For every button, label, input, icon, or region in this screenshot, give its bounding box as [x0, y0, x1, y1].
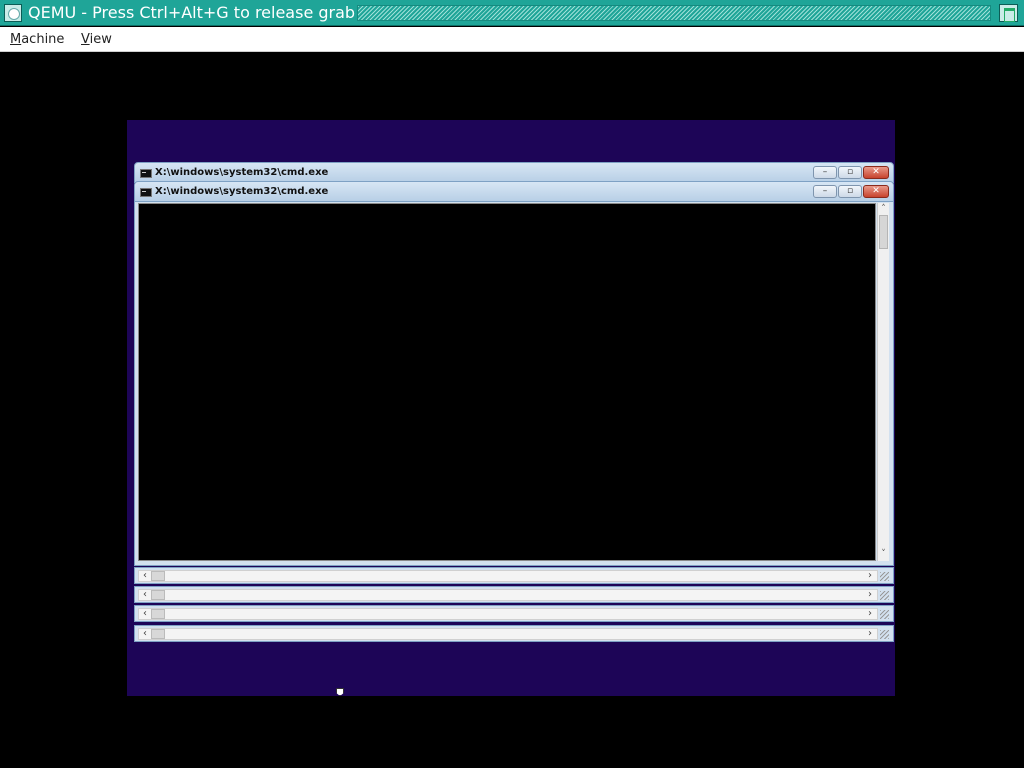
horizontal-scrollbar[interactable]: ‹ ›	[134, 567, 894, 584]
scroll-right-icon[interactable]: ›	[864, 590, 876, 600]
scroll-left-icon[interactable]: ‹	[139, 609, 151, 619]
menu-bar: Machine View	[0, 27, 1024, 52]
console-icon	[140, 188, 152, 197]
horizontal-scrollbar[interactable]: ‹ ›	[134, 605, 894, 622]
host-titlebar: QEMU - Press Ctrl+Alt+G to release grab	[0, 0, 1024, 26]
horizontal-scrollbar[interactable]: ‹ ›	[134, 586, 894, 603]
scroll-right-icon[interactable]: ›	[864, 571, 876, 581]
console-icon	[140, 169, 152, 178]
minimize-button[interactable]: –	[813, 185, 837, 198]
cmd-window-front-titlebar[interactable]: X:\windows\system32\cmd.exe – ▫ ✕	[134, 181, 894, 202]
resize-grip-icon[interactable]	[880, 591, 889, 600]
scroll-thumb[interactable]	[151, 571, 165, 581]
scroll-track[interactable]: ‹ ›	[138, 570, 878, 582]
close-button[interactable]: ✕	[863, 185, 889, 198]
scroll-thumb[interactable]	[151, 609, 165, 619]
cmd-window-front-title: X:\windows\system32\cmd.exe	[155, 186, 329, 197]
scroll-down-icon[interactable]: ˅	[878, 548, 889, 560]
scroll-track[interactable]: ‹ ›	[138, 589, 878, 601]
console-output-area[interactable]	[138, 203, 876, 561]
menu-machine[interactable]: Machine	[10, 31, 64, 49]
scroll-up-icon[interactable]: ˄	[878, 203, 889, 215]
resize-grip-icon[interactable]	[880, 610, 889, 619]
scroll-right-icon[interactable]: ›	[864, 629, 876, 639]
horizontal-scrollbar[interactable]: ‹ ›	[134, 625, 894, 642]
maximize-button[interactable]: ▫	[838, 166, 862, 179]
close-button[interactable]: ✕	[863, 166, 889, 179]
cmd-window-back-titlebar[interactable]: X:\windows\system32\cmd.exe – ▫ ✕	[134, 162, 894, 183]
window-title: QEMU - Press Ctrl+Alt+G to release grab	[28, 3, 356, 22]
titlebar-drag-area[interactable]	[357, 5, 991, 21]
close-icon[interactable]	[4, 4, 22, 22]
scroll-right-icon[interactable]: ›	[864, 609, 876, 619]
scroll-thumb[interactable]	[151, 629, 165, 639]
scroll-track[interactable]: ‹ ›	[138, 608, 878, 620]
cmd-window-back-title: X:\windows\system32\cmd.exe	[155, 167, 329, 178]
scroll-left-icon[interactable]: ‹	[139, 590, 151, 600]
vertical-scrollbar[interactable]: ˄ ˅	[877, 203, 889, 561]
maximize-button[interactable]: ▫	[838, 185, 862, 198]
scroll-thumb[interactable]	[879, 215, 888, 249]
resize-grip-icon[interactable]	[880, 572, 889, 581]
resize-grip-icon[interactable]	[880, 630, 889, 639]
scroll-thumb[interactable]	[151, 590, 165, 600]
menu-view[interactable]: View	[81, 31, 112, 49]
minimize-button[interactable]: –	[813, 166, 837, 179]
scroll-left-icon[interactable]: ‹	[139, 629, 151, 639]
maximize-icon[interactable]	[999, 4, 1018, 22]
scroll-left-icon[interactable]: ‹	[139, 571, 151, 581]
scroll-track[interactable]: ‹ ›	[138, 628, 878, 640]
